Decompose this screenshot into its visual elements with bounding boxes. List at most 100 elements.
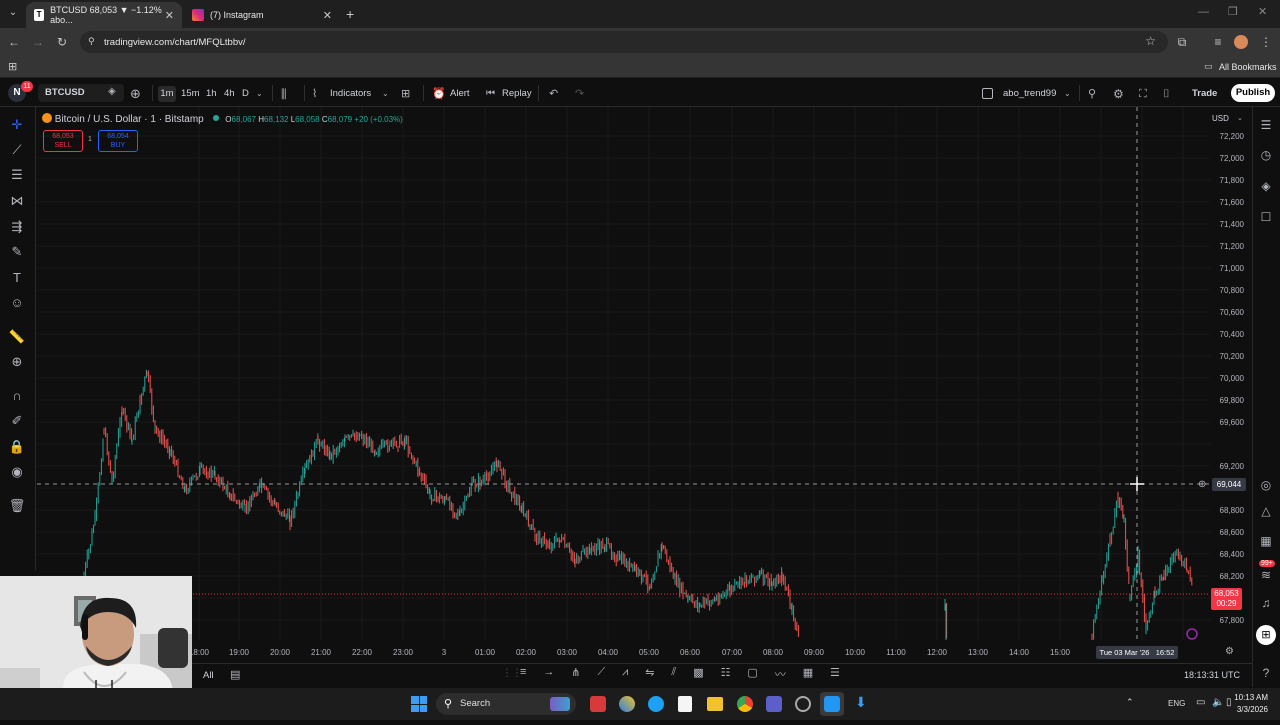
- replay-button[interactable]: Replay: [502, 86, 532, 102]
- ray-icon[interactable]: ⫽: [671, 666, 676, 684]
- settings-gear-icon[interactable]: ⚙: [1113, 86, 1124, 102]
- chevron-down-icon[interactable]: ⌄: [1237, 114, 1243, 122]
- templates-grid-icon[interactable]: ⊞: [401, 86, 410, 102]
- eye-icon[interactable]: ◉: [8, 463, 26, 481]
- text-icon[interactable]: T: [8, 269, 26, 287]
- language-indicator[interactable]: ENG: [1168, 699, 1185, 708]
- quick-search-icon[interactable]: ⚲: [1088, 86, 1096, 102]
- currency-selector[interactable]: USD: [1212, 114, 1229, 123]
- magnet-icon[interactable]: ∩: [8, 387, 26, 405]
- pattern-icon[interactable]: ⋈: [8, 192, 26, 210]
- site-info-icon[interactable]: ⚲: [88, 36, 95, 47]
- interval-dropdown-icon[interactable]: ⌄: [256, 86, 263, 102]
- lock-drawing-icon[interactable]: ✐: [8, 412, 26, 430]
- undo-icon[interactable]: ↶: [549, 86, 558, 102]
- reload-icon[interactable]: ↻: [54, 34, 70, 50]
- volume-icon[interactable]: 🔈: [1212, 697, 1224, 708]
- channel-icon[interactable]: ⇋: [645, 666, 654, 684]
- utc-clock[interactable]: 18:13:31 UTC: [1184, 670, 1240, 680]
- watchlist-icon[interactable]: ☰: [1257, 116, 1275, 134]
- interval-15m[interactable]: 15m: [181, 86, 199, 102]
- chart-pane[interactable]: [37, 107, 1210, 640]
- interval-4h[interactable]: 4h: [224, 86, 235, 102]
- file-icon[interactable]: [678, 696, 692, 712]
- network-icon[interactable]: ▭: [1196, 697, 1205, 708]
- drag-handle-icon[interactable]: ⋮⋮: [502, 668, 522, 679]
- layers-icon[interactable]: ◈: [1257, 177, 1275, 195]
- pitchfork-icon[interactable]: ⋔: [571, 666, 580, 684]
- chrome-icon[interactable]: [737, 696, 753, 712]
- signal-icon[interactable]: ≋: [1257, 566, 1275, 584]
- close-icon[interactable]: ✕: [323, 9, 332, 22]
- edge-icon[interactable]: [648, 696, 664, 712]
- taskbar-time[interactable]: 10:13 AM: [1232, 693, 1268, 702]
- hline-icon[interactable]: →: [543, 666, 554, 684]
- chevron-down-icon[interactable]: ⌄: [1064, 86, 1071, 102]
- alert-button[interactable]: Alert: [450, 86, 470, 102]
- list-icon[interactable]: ☰: [830, 666, 840, 684]
- buy-button[interactable]: 68,054 BUY: [98, 130, 138, 152]
- path-icon[interactable]: 〰: [775, 666, 786, 684]
- menu-icon[interactable]: ⋮: [1258, 34, 1274, 50]
- trend-line-icon[interactable]: ⟋: [8, 141, 26, 159]
- grid-icon[interactable]: ▦: [803, 666, 813, 684]
- forecast-icon[interactable]: ⇶: [8, 218, 26, 236]
- rectangle-icon[interactable]: ▢: [747, 666, 757, 684]
- apps-grid-icon[interactable]: ⊞: [1256, 625, 1276, 645]
- zoom-icon[interactable]: ⊕: [8, 353, 26, 371]
- symbol-title[interactable]: Bitcoin / U.S. Dollar · 1 · Bitstamp: [55, 114, 204, 125]
- trend-line-icon[interactable]: ⟋: [597, 666, 605, 684]
- tab-instagram[interactable]: (7) Instagram ✕: [184, 2, 340, 28]
- add-alert-plus-icon[interactable]: ⊕: [1198, 479, 1206, 490]
- taskbar-date[interactable]: 3/3/2026: [1232, 705, 1268, 714]
- extensions-icon[interactable]: ⧉: [1174, 34, 1190, 50]
- chevron-down-icon[interactable]: ⌄: [382, 86, 389, 102]
- tradingview-app-tile[interactable]: [820, 692, 844, 716]
- help-icon[interactable]: ?: [1257, 664, 1275, 682]
- brush-icon[interactable]: ✎: [8, 243, 26, 261]
- redo-icon[interactable]: ↷: [575, 86, 584, 102]
- teams-icon[interactable]: [766, 696, 782, 712]
- tab-search-icon[interactable]: ⌄: [6, 7, 20, 21]
- compare-add-icon[interactable]: ⊕: [130, 86, 141, 102]
- media-icon[interactable]: ≡: [1210, 34, 1226, 50]
- interval-d[interactable]: D: [242, 86, 249, 102]
- ideas-icon[interactable]: △: [1257, 502, 1275, 520]
- camera-icon[interactable]: ⌷: [1163, 86, 1170, 102]
- interval-1m[interactable]: 1m: [158, 86, 176, 102]
- emoji-icon[interactable]: ☺: [8, 294, 26, 312]
- candles-icon[interactable]: ⫼: [281, 86, 287, 102]
- all-bookmarks-button[interactable]: All Bookmarks: [1219, 62, 1277, 72]
- layout-name-button[interactable]: abo_trend99: [1003, 86, 1056, 102]
- tray-chevron-icon[interactable]: ⌃: [1126, 697, 1134, 708]
- settings-gear-icon[interactable]: [795, 696, 811, 712]
- lock-icon[interactable]: 🔒: [8, 438, 26, 456]
- ruler-icon[interactable]: 📏: [8, 328, 26, 346]
- file-explorer-icon[interactable]: [707, 697, 723, 711]
- minimize-icon[interactable]: —: [1198, 6, 1209, 18]
- copilot-icon[interactable]: [619, 696, 635, 712]
- symbol-search[interactable]: BTCUSD ◈: [38, 84, 124, 102]
- new-tab-icon[interactable]: +: [346, 6, 354, 22]
- trade-button[interactable]: Trade: [1192, 86, 1217, 102]
- apps-grid-icon[interactable]: ⊞: [8, 60, 17, 73]
- gann-box-icon[interactable]: ▩: [693, 666, 703, 684]
- maximize-icon[interactable]: ❐: [1228, 5, 1238, 18]
- range-all-button[interactable]: All: [203, 670, 214, 681]
- close-window-icon[interactable]: ✕: [1258, 5, 1267, 18]
- scale-settings-icon[interactable]: ⚙: [1225, 646, 1234, 657]
- publish-button[interactable]: Publish: [1231, 84, 1275, 102]
- tab-btcusd[interactable]: T BTCUSD 68,053 ▼ −1.12% abo... ✕: [26, 2, 182, 28]
- interval-1h[interactable]: 1h: [206, 86, 217, 102]
- crosshair-cursor-icon[interactable]: ✛: [8, 116, 26, 134]
- battery-icon[interactable]: ▯: [1226, 697, 1232, 708]
- indicators-button[interactable]: Indicators: [330, 86, 371, 102]
- trash-icon[interactable]: 🗑: [8, 497, 26, 515]
- sell-button[interactable]: 68,053 SELL: [43, 130, 83, 152]
- fib-icon[interactable]: ☷: [721, 666, 731, 684]
- close-icon[interactable]: ✕: [165, 9, 174, 22]
- target-icon[interactable]: ◎: [1257, 476, 1275, 494]
- alerts-clock-icon[interactable]: ◷: [1257, 146, 1275, 164]
- url-field[interactable]: ⚲ tradingview.com/chart/MFQLtbbv/ ☆: [80, 31, 1168, 53]
- hlines-icon[interactable]: ≡: [520, 666, 526, 684]
